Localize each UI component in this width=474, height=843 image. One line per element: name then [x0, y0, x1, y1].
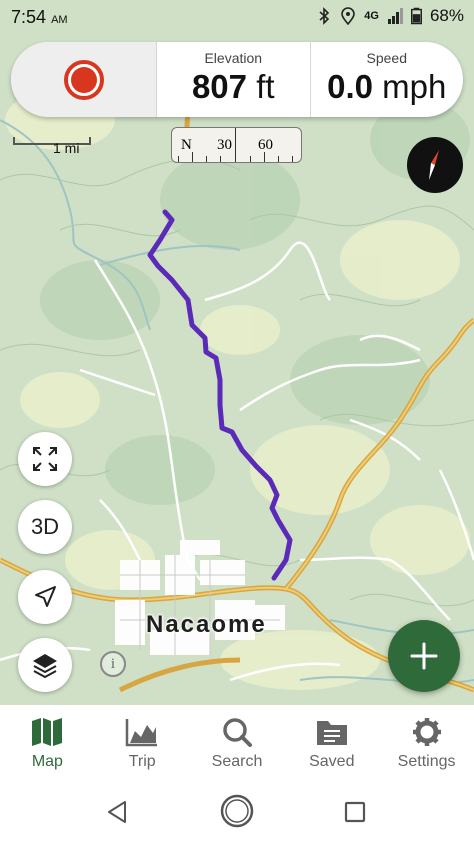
status-icons: 4G 68% [316, 6, 464, 26]
record-icon [70, 66, 97, 93]
folder-icon [316, 721, 347, 745]
heading-tick [220, 156, 221, 162]
speed-value-row: 0.0 mph [311, 68, 464, 106]
nav-saved[interactable]: Saved [284, 705, 379, 780]
stats-card: Elevation 807 ft Speed 0.0 mph [11, 42, 463, 117]
network-type: 4G [364, 10, 379, 22]
nav-label-search: Search [211, 753, 263, 770]
speed-unit: mph [382, 68, 447, 105]
layers-button[interactable] [18, 638, 72, 692]
nav-map[interactable]: Map [0, 705, 95, 780]
search-icon [223, 718, 252, 747]
elevation-value: 807 [191, 68, 248, 105]
speed-stat[interactable]: Speed 0.0 mph [309, 42, 464, 117]
nav-label-settings: Settings [397, 753, 456, 770]
bluetooth-icon [319, 7, 330, 25]
elevation-unit: ft [256, 68, 275, 105]
heading-tick [178, 156, 179, 162]
record-zone[interactable] [11, 42, 157, 117]
back-icon[interactable] [105, 800, 129, 824]
nav-settings[interactable]: Settings [379, 705, 474, 780]
recents-icon[interactable] [344, 801, 366, 823]
nav-label-map: Map [31, 753, 63, 770]
heading-north: N [181, 137, 192, 153]
heading-tick [206, 156, 207, 162]
clock-text: 7:54 [11, 7, 47, 27]
bottom-nav: Map Trip Search Saved Settings [0, 705, 474, 780]
elevation-label: Elevation [204, 50, 263, 66]
heading-tick [292, 156, 293, 162]
scale-bar: 1 mi [13, 137, 93, 156]
speed-label: Speed [366, 50, 407, 66]
map-icon [32, 718, 63, 746]
compass-needle-icon [429, 150, 439, 180]
heading-tick [250, 156, 251, 162]
battery-percent: 68% [429, 6, 464, 25]
elevation-value-row: 807 ft [157, 68, 310, 106]
nav-search[interactable]: Search [190, 705, 285, 780]
location-icon [341, 7, 356, 25]
compass-button[interactable] [407, 137, 463, 193]
battery-icon [410, 7, 422, 25]
add-button[interactable] [388, 620, 460, 692]
nav-label-saved: Saved [309, 753, 355, 770]
elevation-stat[interactable]: Elevation 807 ft [157, 42, 310, 117]
signal-icon [387, 8, 403, 24]
record-button[interactable] [63, 59, 104, 100]
heading-tick [192, 152, 193, 162]
layers-icon [33, 654, 57, 679]
heading-30: 30 [217, 137, 232, 153]
speed-value: 0.0 [327, 68, 373, 105]
three-d-label: 3D [30, 514, 60, 539]
status-bar: 7:54 AM 4G 68% [0, 0, 474, 34]
home-icon[interactable] [219, 793, 255, 829]
nav-label-trip: Trip [128, 753, 156, 770]
system-nav [0, 780, 474, 843]
status-time: 7:54 AM [11, 7, 68, 28]
plus-icon [410, 642, 438, 670]
three-d-button[interactable]: 3D [18, 500, 72, 554]
locate-button[interactable] [18, 570, 72, 624]
nav-trip[interactable]: Trip [95, 705, 190, 780]
heading-tick [278, 156, 279, 162]
navigation-arrow-icon [35, 586, 56, 607]
ampm-text: AM [51, 14, 68, 26]
scale-label: 1 mi [53, 140, 80, 156]
town-label: Nacaome [146, 611, 267, 638]
gear-icon [412, 718, 441, 746]
heading-strip: N 30 60 [171, 127, 302, 163]
heading-center-line [235, 128, 236, 162]
info-icon[interactable]: i [100, 651, 126, 677]
heading-60: 60 [258, 137, 273, 153]
expand-icon [33, 447, 57, 471]
chart-icon [125, 719, 158, 747]
fullscreen-button[interactable] [18, 432, 72, 486]
